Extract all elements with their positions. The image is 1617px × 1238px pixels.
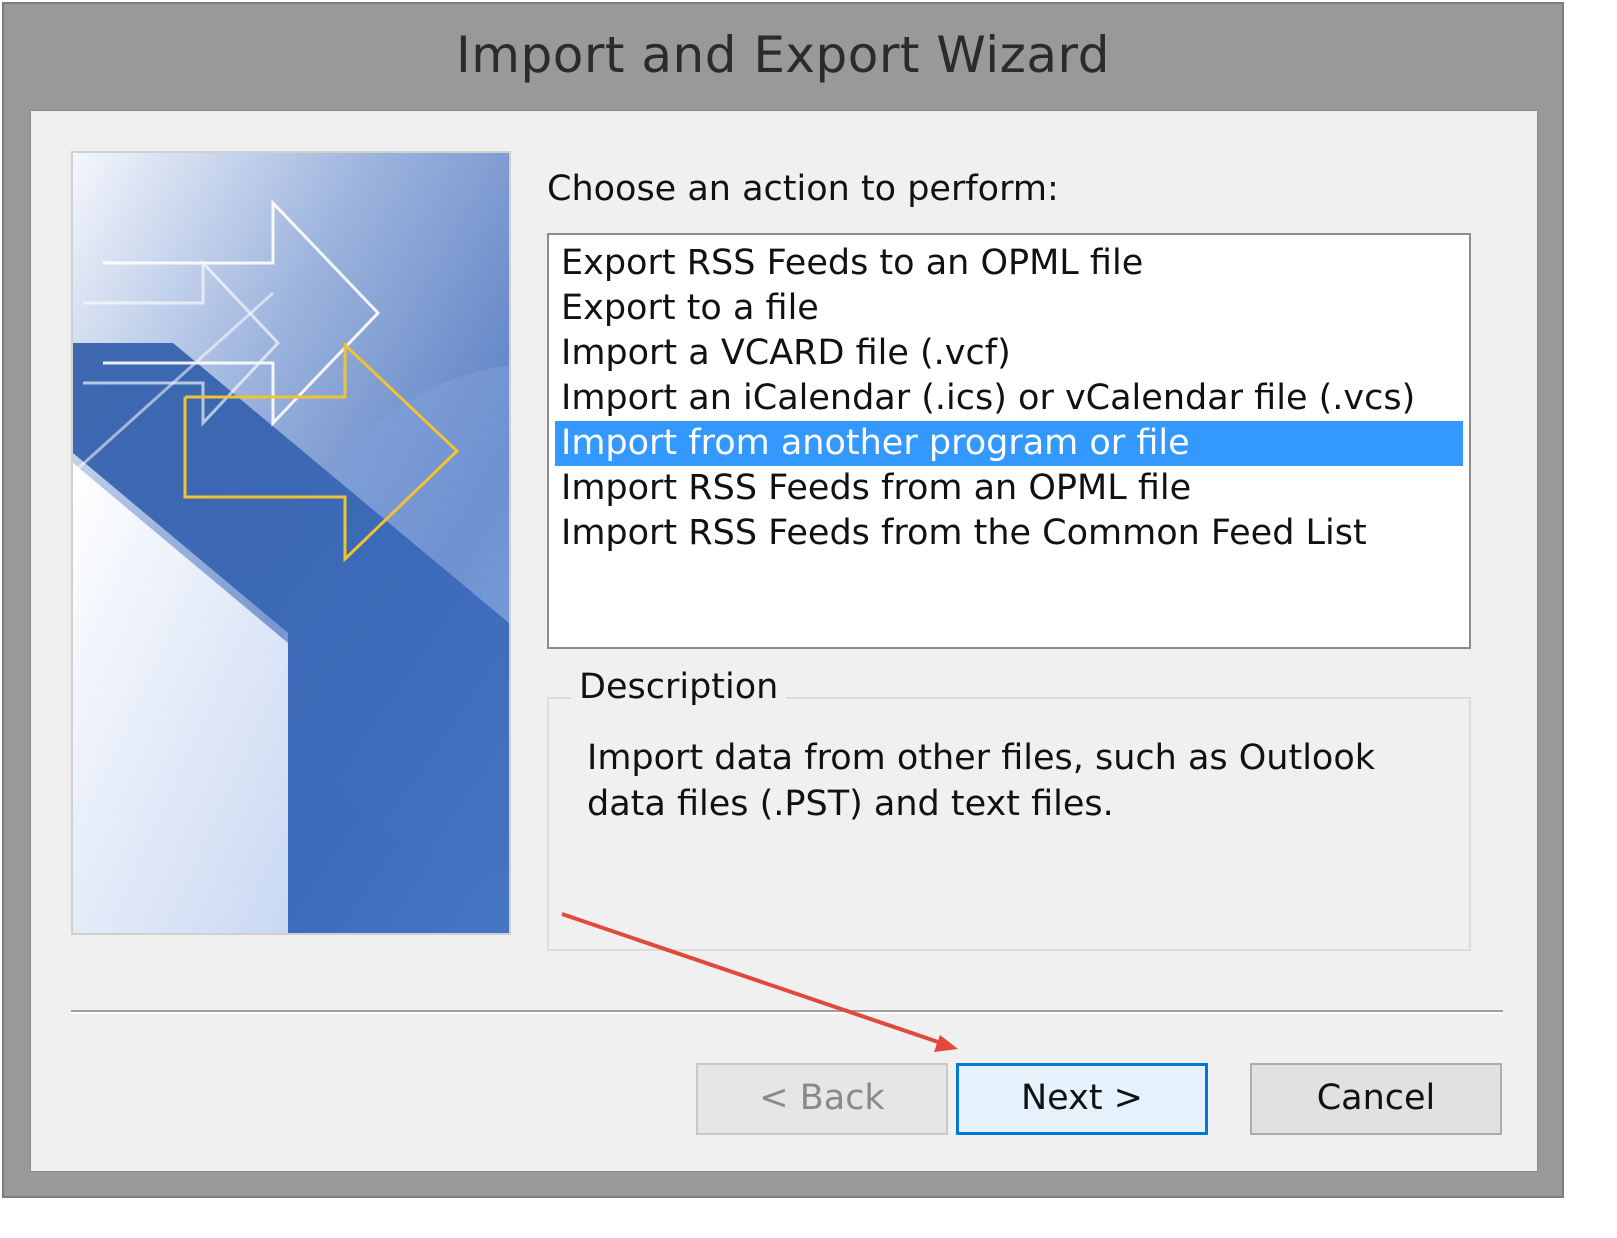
wizard-client-area: Choose an action to perform: Export RSS … — [30, 110, 1538, 1172]
action-item-export-file[interactable]: Export to a file — [555, 286, 1463, 331]
description-legend: Description — [571, 667, 787, 707]
action-item-import-vcard[interactable]: Import a VCARD file (.vcf) — [555, 331, 1463, 376]
action-item-import-other-program[interactable]: Import from another program or file — [555, 421, 1463, 466]
action-prompt-label: Choose an action to perform: — [547, 169, 1059, 209]
action-item-import-rss-common-feed[interactable]: Import RSS Feeds from the Common Feed Li… — [555, 511, 1463, 556]
description-text: Import data from other files, such as Ou… — [587, 738, 1376, 824]
next-button[interactable]: Next > — [956, 1063, 1208, 1135]
action-item-export-rss[interactable]: Export RSS Feeds to an OPML file — [555, 241, 1463, 286]
wizard-banner-graphic — [73, 153, 509, 933]
action-item-import-icalendar[interactable]: Import an iCalendar (.ics) or vCalendar … — [555, 376, 1463, 421]
footer-separator — [71, 1010, 1503, 1014]
description-group: Description Import data from other files… — [547, 667, 1471, 951]
action-listbox[interactable]: Export RSS Feeds to an OPML file Export … — [547, 233, 1471, 649]
cancel-button[interactable]: Cancel — [1250, 1063, 1502, 1135]
wizard-banner-image — [71, 151, 511, 935]
window-title: Import and Export Wizard — [456, 26, 1110, 84]
back-button[interactable]: < Back — [696, 1063, 948, 1135]
wizard-window: Import and Export Wizard Choose an actio… — [2, 2, 1564, 1198]
action-item-import-rss-opml[interactable]: Import RSS Feeds from an OPML file — [555, 466, 1463, 511]
